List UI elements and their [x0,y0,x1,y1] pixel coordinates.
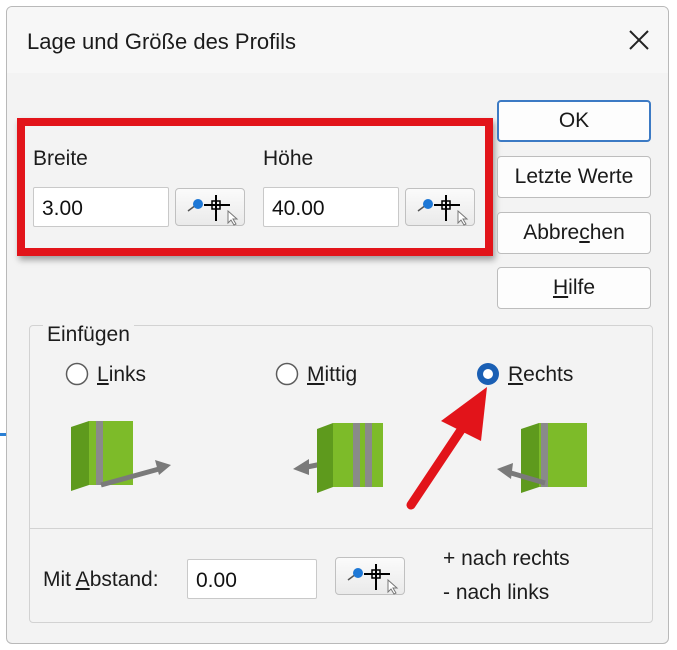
offset-input[interactable]: 0.00 [187,559,317,599]
option-rechts-label[interactable]: Rechts [508,363,573,387]
offset-label-hotkey: A [75,568,90,591]
help-label-hotkey: H [552,276,569,299]
profile-right-icon [497,423,587,493]
option-rechts-hotkey: R [508,363,524,386]
annotation-arrow-icon [406,387,487,510]
highlight-box [17,118,493,256]
offset-label: Mit Abstand: [43,568,159,592]
dialog-title: Lage und Größe des Profils [27,29,297,54]
radio-mittig[interactable] [275,362,299,386]
cancel-label-hotkey: c [579,221,590,244]
help-label-suffix: ilfe [568,276,596,299]
cancel-button[interactable]: Abbrechen [497,212,651,254]
profile-center-icon [293,423,383,493]
close-button[interactable] [618,19,660,61]
offset-label-prefix: Mit [43,568,76,591]
help-button[interactable]: Hilfe [497,267,651,309]
offset-picker-button[interactable] [335,557,405,595]
profile-left-icon [71,421,171,491]
option-mittig-hotkey: M [307,363,325,386]
option-mittig-rest: ittig [324,363,358,386]
option-rechts-rest: echts [523,363,574,386]
title-bar: Lage und Größe des Profils [7,7,668,73]
cancel-label-suffix: hen [589,221,625,244]
cancel-label-prefix: Abbre [523,221,580,244]
profile-dialog: Lage und Größe des Profils Breite 3.00 H… [6,6,669,644]
option-mittig-label[interactable]: Mittig [307,363,357,387]
option-links-hotkey: L [97,363,109,386]
ok-button[interactable]: OK [497,100,651,142]
option-links-rest: inks [108,363,147,386]
option-links-label[interactable]: Links [97,363,146,387]
insert-group-label: Einfügen [43,323,134,347]
pin-crosshair-icon [347,564,399,595]
hint-left: - nach links [443,581,550,604]
group-separator [29,528,653,529]
radio-links[interactable] [65,362,89,386]
offset-label-suffix: bstand: [89,568,159,591]
close-icon [629,30,649,50]
last-values-button[interactable]: Letzte Werte [497,156,651,198]
hint-right: + nach rechts [443,547,570,570]
